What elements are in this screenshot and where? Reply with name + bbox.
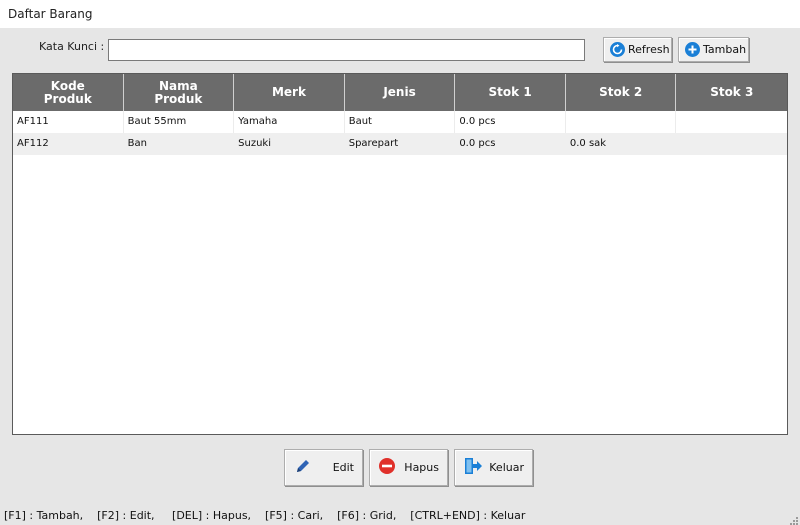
table-cell: Sparepart [345,133,456,155]
table-cell: AF111 [13,111,124,133]
table-cell: 0.0 pcs [455,111,566,133]
column-header-stok-2[interactable]: Stok 2 [566,74,677,111]
tambah-label: Tambah [703,43,747,56]
product-grid[interactable]: Kode Produk Nama Produk Merk Jenis Stok … [12,73,788,435]
table-cell [676,111,787,133]
table-cell [566,111,677,133]
table-cell [676,133,787,155]
keluar-button[interactable]: Keluar [454,449,533,486]
pencil-icon [293,456,313,479]
column-header-jenis[interactable]: Jenis [345,74,456,111]
tambah-button[interactable]: Tambah [678,37,749,62]
edit-label: Edit [332,461,354,474]
column-header-stok-1[interactable]: Stok 1 [455,74,566,111]
hapus-button[interactable]: Hapus [369,449,448,486]
table-cell: 0.0 pcs [455,133,566,155]
status-bar: [F1] : Tambah, [F2] : Edit, [DEL] : Hapu… [0,507,800,525]
table-cell: Baut [345,111,456,133]
column-header-nama-produk[interactable]: Nama Produk [124,74,235,111]
edit-button[interactable]: Edit [284,449,363,486]
column-header-merk[interactable]: Merk [234,74,345,111]
table-row[interactable]: AF111 Baut 55mm Yamaha Baut 0.0 pcs [13,111,787,133]
search-label: Kata Kunci : [39,40,105,53]
shortcut-hints: [F1] : Tambah, [F2] : Edit, [DEL] : Hapu… [4,509,526,522]
title-bar: Daftar Barang [0,0,800,28]
exit-icon [463,456,483,479]
hapus-label: Hapus [404,461,439,474]
refresh-label: Refresh [628,43,670,56]
table-cell: Yamaha [234,111,345,133]
grid-header: Kode Produk Nama Produk Merk Jenis Stok … [13,74,787,111]
search-input[interactable] [108,39,585,61]
refresh-icon [610,42,625,57]
table-cell: AF112 [13,133,124,155]
window-title: Daftar Barang [8,7,93,21]
column-header-kode-produk[interactable]: Kode Produk [13,74,124,111]
table-cell: 0.0 sak [566,133,677,155]
table-row[interactable]: AF112 Ban Suzuki Sparepart 0.0 pcs 0.0 s… [13,133,787,155]
minus-icon [378,457,396,478]
plus-icon [685,42,700,57]
table-cell: Baut 55mm [124,111,235,133]
table-cell: Ban [124,133,235,155]
table-cell: Suzuki [234,133,345,155]
refresh-button[interactable]: Refresh [603,37,672,62]
resize-grip-icon[interactable] [788,513,798,525]
column-header-stok-3[interactable]: Stok 3 [676,74,787,111]
grid-body: AF111 Baut 55mm Yamaha Baut 0.0 pcs AF11… [13,111,787,155]
keluar-label: Keluar [489,461,524,474]
